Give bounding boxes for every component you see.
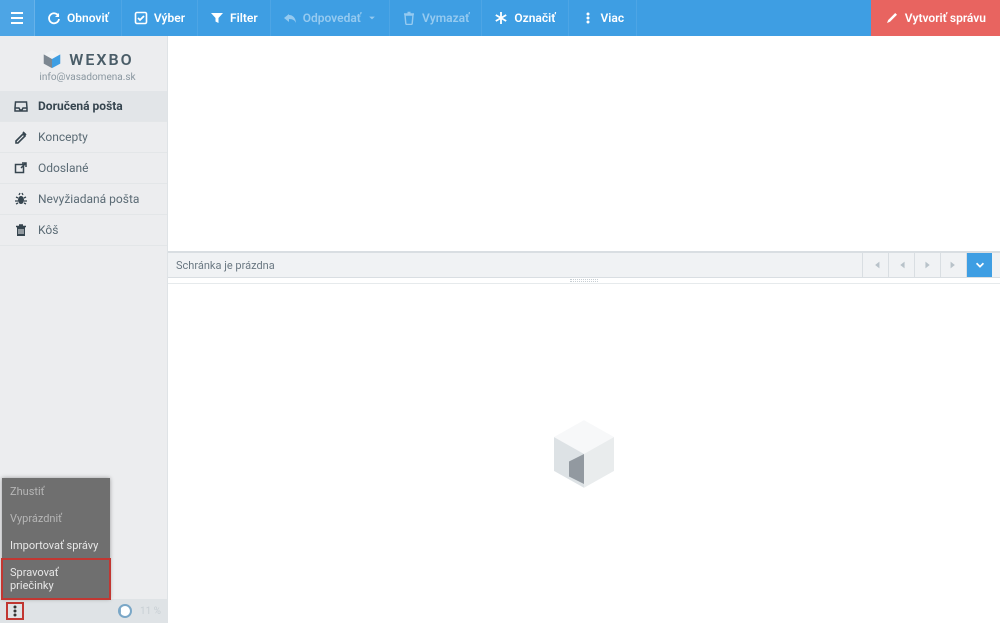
check-square-icon: [134, 11, 148, 25]
pager-first[interactable]: [862, 253, 888, 277]
button-label: Vymazať: [422, 11, 469, 25]
folder-label: Nevyžiadaná pošta: [38, 192, 139, 206]
button-label: Označiť: [514, 11, 555, 25]
bug-icon: [14, 192, 28, 206]
pager: [862, 253, 992, 277]
sidebar-footer: 11 %: [0, 599, 167, 623]
inbox-icon: [14, 99, 28, 113]
button-label: Viac: [601, 11, 625, 25]
sidebar: WEXBO info@vasadomena.sk Doručená pošta …: [0, 36, 168, 623]
reply-icon: [283, 11, 297, 25]
pager-prev[interactable]: [888, 253, 914, 277]
kebab-icon: [8, 604, 22, 618]
external-icon: [14, 161, 28, 175]
folder-label: Kôš: [38, 223, 58, 237]
reply-button: Odpovedať: [271, 0, 390, 36]
bars-icon: [10, 11, 24, 25]
select-button[interactable]: Výber: [122, 0, 198, 36]
asterisk-icon: [494, 11, 508, 25]
hamburger-button[interactable]: [0, 0, 35, 36]
button-label: Obnoviť: [67, 11, 109, 25]
bin-icon: [14, 223, 28, 237]
pager-next[interactable]: [914, 253, 940, 277]
quota-text: 11 %: [140, 606, 161, 617]
refresh-icon: [47, 11, 61, 25]
folder-label: Doručená pošta: [38, 99, 123, 113]
ctx-manage-folders[interactable]: Spravovať priečinky: [2, 559, 110, 599]
quota-indicator-icon: [118, 604, 132, 618]
more-button[interactable]: Viac: [569, 0, 638, 36]
watermark-icon: [539, 409, 629, 499]
funnel-icon: [210, 11, 224, 25]
brand-block: WEXBO info@vasadomena.sk: [0, 36, 167, 91]
folder-list: Doručená pošta Koncepty Odoslané Nevyžia…: [0, 91, 167, 246]
trash-icon: [402, 11, 416, 25]
preview-pane: [168, 284, 1000, 623]
ctx-empty: Vyprázdniť: [2, 505, 110, 532]
folder-context-menu: Zhustiť Vyprázdniť Importovať správy Spr…: [2, 478, 110, 599]
folder-inbox[interactable]: Doručená pošta: [0, 91, 167, 122]
brand-name: WEXBO: [69, 50, 133, 69]
refresh-button[interactable]: Obnoviť: [35, 0, 122, 36]
ctx-import[interactable]: Importovať správy: [2, 532, 110, 559]
caret-down-icon: [367, 11, 377, 25]
ctx-label: Vyprázdniť: [10, 512, 62, 525]
folder-drafts[interactable]: Koncepty: [0, 122, 167, 153]
top-toolbar: Obnoviť Výber Filter Odpovedať Vymazať O…: [0, 0, 1000, 36]
empty-mailbox-text: Schránka je prázdna: [176, 259, 862, 272]
delete-button: Vymazať: [390, 0, 482, 36]
folder-label: Odoslané: [38, 161, 89, 175]
message-list-pane: [168, 36, 1000, 252]
logo-icon: [41, 48, 63, 70]
kebab-icon: [581, 11, 595, 25]
folder-sent[interactable]: Odoslané: [0, 153, 167, 184]
pager-last[interactable]: [940, 253, 966, 277]
ctx-compact: Zhustiť: [2, 478, 110, 505]
folder-spam[interactable]: Nevyžiadaná pošta: [0, 184, 167, 215]
list-footer: Schránka je prázdna: [168, 252, 1000, 278]
ctx-label: Importovať správy: [10, 539, 98, 552]
folder-trash[interactable]: Kôš: [0, 215, 167, 246]
button-label: Výber: [154, 11, 185, 25]
ctx-label: Zhustiť: [10, 485, 44, 498]
compose-button[interactable]: Vytvoriť správu: [871, 0, 1000, 36]
pager-expand[interactable]: [966, 253, 992, 277]
button-label: Odpovedať: [303, 11, 361, 25]
folder-label: Koncepty: [38, 130, 88, 144]
button-label: Filter: [230, 11, 258, 25]
filter-button[interactable]: Filter: [198, 0, 271, 36]
button-label: Vytvoriť správu: [905, 11, 986, 25]
mark-button[interactable]: Označiť: [482, 0, 568, 36]
main-area: Schránka je prázdna: [168, 36, 1000, 623]
pencil-icon: [885, 11, 899, 25]
ctx-label: Spravovať priečinky: [10, 566, 59, 592]
brand-subtitle: info@vasadomena.sk: [39, 72, 135, 83]
edit-icon: [14, 130, 28, 144]
folder-actions-button[interactable]: [6, 602, 24, 620]
